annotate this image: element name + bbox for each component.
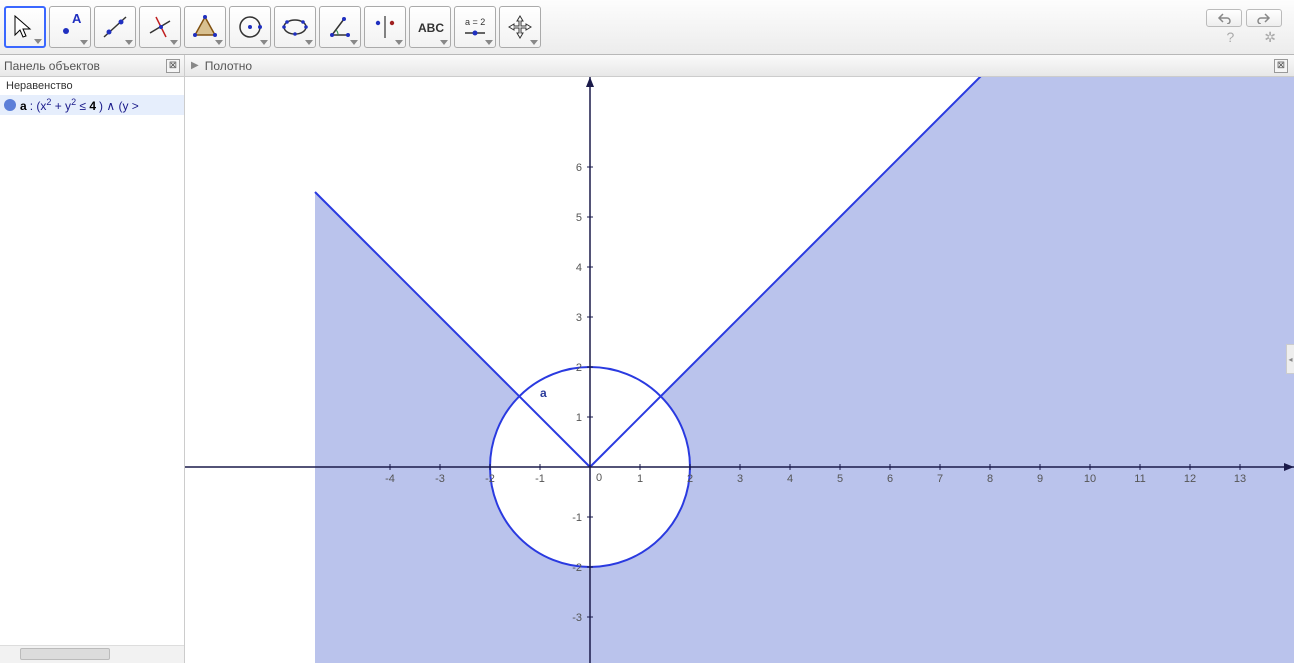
svg-text:2: 2 xyxy=(576,362,582,374)
svg-text:-4: -4 xyxy=(385,473,395,485)
svg-text:-2: -2 xyxy=(485,473,495,485)
chevron-right-icon[interactable]: ▶ xyxy=(191,60,199,71)
svg-text:-3: -3 xyxy=(435,473,445,485)
svg-text:ABC: ABC xyxy=(418,21,444,35)
svg-text:0: 0 xyxy=(596,472,602,484)
algebra-panel-header[interactable]: Панель объектов ⊠ xyxy=(0,55,184,77)
circle-tool[interactable] xyxy=(229,6,271,48)
svg-text:9: 9 xyxy=(1037,473,1043,485)
toolbar-right: ? ✲ xyxy=(1206,9,1290,46)
graphics-canvas[interactable]: -4-3-2-112345678910111213-3-2-11234560a xyxy=(185,77,1294,663)
svg-text:-1: -1 xyxy=(535,473,545,485)
conic-tool[interactable] xyxy=(274,6,316,48)
close-icon[interactable]: ⊠ xyxy=(1274,59,1288,73)
angle-tool[interactable] xyxy=(319,6,361,48)
main: Панель объектов ⊠ Неравенство a: (x2 + y… xyxy=(0,55,1294,663)
svg-text:1: 1 xyxy=(576,412,582,424)
redo-button[interactable] xyxy=(1246,9,1282,27)
svg-text:A: A xyxy=(72,13,82,26)
svg-text:7: 7 xyxy=(937,473,943,485)
svg-text:6: 6 xyxy=(576,162,582,174)
polygon-tool[interactable] xyxy=(184,6,226,48)
svg-text:-3: -3 xyxy=(572,612,582,624)
side-panel-handle[interactable] xyxy=(1286,344,1294,374)
algebra-panel: Панель объектов ⊠ Неравенство a: (x2 + y… xyxy=(0,55,185,663)
svg-text:4: 4 xyxy=(576,262,582,274)
graphics-title: Полотно xyxy=(205,59,252,73)
help-icon[interactable]: ? xyxy=(1226,29,1234,46)
line-tool[interactable] xyxy=(94,6,136,48)
svg-text:2: 2 xyxy=(687,473,693,485)
svg-text:5: 5 xyxy=(837,473,843,485)
slider-tool[interactable]: a = 2 xyxy=(454,6,496,48)
svg-text:3: 3 xyxy=(737,473,743,485)
svg-text:1: 1 xyxy=(637,473,643,485)
toolbar: A ABC a = 2 ? ✲ xyxy=(0,0,1294,55)
close-icon[interactable]: ⊠ xyxy=(166,59,180,73)
plot-svg[interactable]: -4-3-2-112345678910111213-3-2-11234560a xyxy=(185,77,1294,663)
reflect-tool[interactable] xyxy=(364,6,406,48)
graphics-view: ▶ Полотно ⊠ -4-3-2-112345678910111213-3-… xyxy=(185,55,1294,663)
section-inequality: Неравенство xyxy=(0,77,184,95)
settings-icon[interactable]: ✲ xyxy=(1264,29,1276,46)
point-tool[interactable]: A xyxy=(49,6,91,48)
svg-text:12: 12 xyxy=(1184,473,1196,485)
algebra-panel-title: Панель объектов xyxy=(4,59,100,73)
svg-text:13: 13 xyxy=(1234,473,1246,485)
undo-button[interactable] xyxy=(1206,9,1242,27)
svg-text:6: 6 xyxy=(887,473,893,485)
svg-text:a: a xyxy=(540,386,547,400)
object-row-a[interactable]: a: (x2 + y2 ≤ 4) ∧ (y > xyxy=(0,95,184,115)
svg-text:4: 4 xyxy=(787,473,793,485)
move-tool[interactable] xyxy=(4,6,46,48)
object-color-dot xyxy=(4,99,16,111)
svg-text:3: 3 xyxy=(576,312,582,324)
object-expression: (x2 + y2 ≤ 4) ∧ (y > xyxy=(36,99,138,113)
graphics-header[interactable]: ▶ Полотно ⊠ xyxy=(185,55,1294,77)
object-formula: a: (x2 + y2 ≤ 4) ∧ (y > xyxy=(20,97,139,113)
svg-text:8: 8 xyxy=(987,473,993,485)
svg-text:10: 10 xyxy=(1084,473,1096,485)
svg-text:11: 11 xyxy=(1134,473,1145,485)
svg-text:a = 2: a = 2 xyxy=(465,17,485,27)
svg-text:-1: -1 xyxy=(572,512,582,524)
text-tool[interactable]: ABC xyxy=(409,6,451,48)
svg-text:-2: -2 xyxy=(572,562,582,574)
move-view-tool[interactable] xyxy=(499,6,541,48)
left-scrollbar[interactable] xyxy=(0,645,184,663)
perpendicular-tool[interactable] xyxy=(139,6,181,48)
svg-text:5: 5 xyxy=(576,212,582,224)
